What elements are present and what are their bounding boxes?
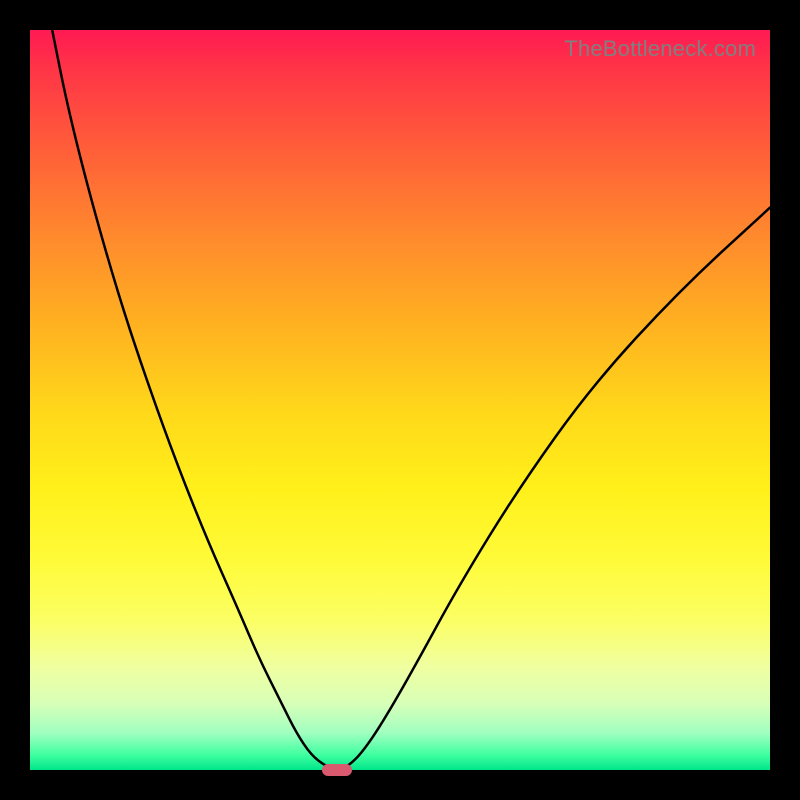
optimal-marker: [322, 764, 352, 775]
chart-plot-area: TheBottleneck.com: [30, 30, 770, 770]
chart-frame: TheBottleneck.com: [0, 0, 800, 800]
bottleneck-curve: [30, 30, 770, 770]
